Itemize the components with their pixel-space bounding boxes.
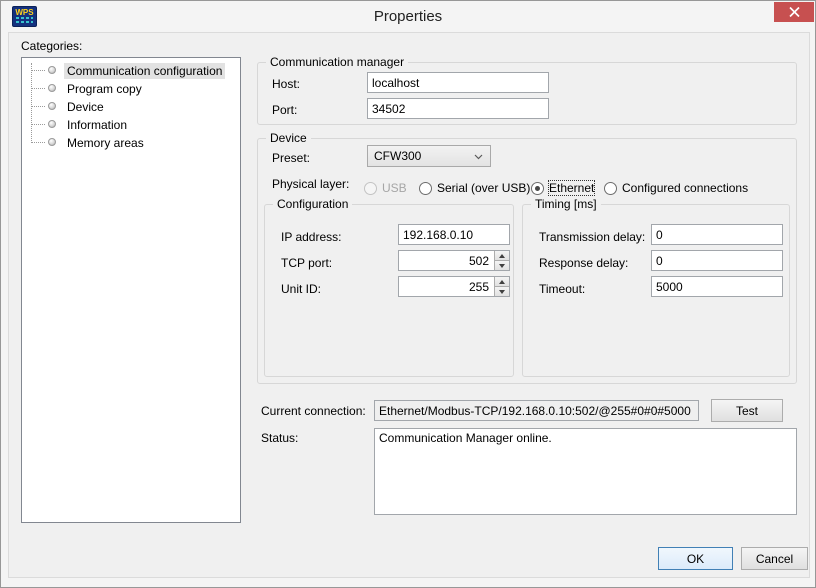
radio-button-icon	[364, 182, 377, 195]
tree-item-program-copy[interactable]: Program copy	[22, 80, 240, 97]
response-delay-input[interactable]	[651, 250, 783, 271]
timing-legend: Timing [ms]	[531, 197, 601, 211]
ok-button[interactable]: OK	[658, 547, 733, 570]
arrow-up-icon	[499, 254, 505, 258]
close-button[interactable]	[774, 2, 814, 22]
tcp-port-spin-buttons	[494, 251, 509, 270]
preset-combobox[interactable]: CFW300	[367, 145, 491, 167]
response-delay-label: Response delay:	[539, 256, 628, 270]
tree-item-label[interactable]: Memory areas	[64, 135, 147, 151]
test-button[interactable]: Test	[711, 399, 783, 422]
cancel-button[interactable]: Cancel	[741, 547, 808, 570]
status-textarea[interactable]: Communication Manager online.	[374, 428, 797, 515]
properties-dialog: WPS Properties Categories: Communication…	[0, 0, 816, 588]
radio-serial-label[interactable]: Serial (over USB)	[437, 181, 530, 195]
tree-item-label[interactable]: Information	[64, 117, 130, 133]
ip-address-input[interactable]	[398, 224, 510, 245]
unit-id-spinbox	[398, 276, 510, 297]
device-legend: Device	[266, 131, 311, 145]
dialog-body: Categories: Communication configuration …	[8, 32, 810, 578]
radio-button-icon[interactable]	[531, 182, 544, 195]
tree-bullet-icon	[48, 84, 56, 92]
tree-item-device[interactable]: Device	[22, 98, 240, 115]
preset-value: CFW300	[374, 149, 421, 163]
timeout-label: Timeout:	[539, 282, 585, 296]
ip-address-label: IP address:	[281, 230, 341, 244]
tcp-port-spinbox	[398, 250, 510, 271]
radio-button-icon[interactable]	[419, 182, 432, 195]
title-bar[interactable]: WPS Properties	[1, 1, 815, 32]
tree-item-label[interactable]: Communication configuration	[64, 63, 225, 79]
device-group: Device Preset: CFW300 Physical layer: US…	[257, 138, 797, 384]
host-label: Host:	[272, 77, 300, 91]
radio-usb: USB	[364, 180, 407, 196]
tree-branch-line	[32, 106, 45, 107]
radio-configured-connections[interactable]: Configured connections	[604, 180, 748, 196]
unit-id-label: Unit ID:	[281, 282, 321, 296]
tree-item-label[interactable]: Program copy	[64, 81, 145, 97]
unit-id-spin-buttons	[494, 277, 509, 296]
radio-usb-label: USB	[382, 181, 407, 195]
tree-item-communication-configuration[interactable]: Communication configuration	[22, 62, 240, 79]
timeout-input[interactable]	[651, 276, 783, 297]
physical-layer-label: Physical layer:	[272, 177, 349, 191]
configuration-group: Configuration IP address: TCP port: Unit…	[264, 204, 514, 377]
current-connection-field	[374, 400, 699, 421]
communication-manager-group: Communication manager Host: Port:	[257, 62, 797, 125]
tree-item-information[interactable]: Information	[22, 116, 240, 133]
chevron-down-icon	[474, 154, 483, 160]
radio-configured-label[interactable]: Configured connections	[622, 181, 748, 195]
arrow-down-icon	[499, 290, 505, 294]
transmission-delay-input[interactable]	[651, 224, 783, 245]
tree-branch-line	[32, 142, 45, 143]
arrow-down-icon	[499, 264, 505, 268]
radio-ethernet[interactable]: Ethernet	[531, 180, 594, 196]
communication-manager-legend: Communication manager	[266, 55, 408, 69]
categories-tree[interactable]: Communication configuration Program copy…	[21, 57, 241, 523]
current-connection-label: Current connection:	[261, 404, 366, 418]
port-label: Port:	[272, 103, 297, 117]
radio-button-icon[interactable]	[604, 182, 617, 195]
arrow-up-icon	[499, 280, 505, 284]
tree-bullet-icon	[48, 138, 56, 146]
window-title: Properties	[1, 8, 815, 25]
tree-bullet-icon	[48, 66, 56, 74]
tree-branch-line	[32, 70, 45, 71]
spin-down-button[interactable]	[494, 261, 509, 270]
tree-branch-line	[32, 124, 45, 125]
timing-group: Timing [ms] Transmission delay: Response…	[522, 204, 790, 377]
spin-down-button[interactable]	[494, 287, 509, 296]
tree-branch-line	[32, 88, 45, 89]
tcp-port-label: TCP port:	[281, 256, 332, 270]
spin-up-button[interactable]	[494, 251, 509, 261]
transmission-delay-label: Transmission delay:	[539, 230, 645, 244]
tree-item-memory-areas[interactable]: Memory areas	[22, 134, 240, 151]
port-input[interactable]	[367, 98, 549, 119]
categories-label: Categories:	[21, 39, 82, 53]
radio-serial-over-usb[interactable]: Serial (over USB)	[419, 180, 530, 196]
radio-ethernet-label[interactable]: Ethernet	[549, 181, 594, 195]
preset-label: Preset:	[272, 151, 310, 165]
tree-bullet-icon	[48, 120, 56, 128]
tree-bullet-icon	[48, 102, 56, 110]
configuration-legend: Configuration	[273, 197, 352, 211]
close-icon	[789, 7, 800, 17]
spin-up-button[interactable]	[494, 277, 509, 287]
host-input[interactable]	[367, 72, 549, 93]
status-label: Status:	[261, 431, 298, 445]
tree-item-label[interactable]: Device	[64, 99, 107, 115]
